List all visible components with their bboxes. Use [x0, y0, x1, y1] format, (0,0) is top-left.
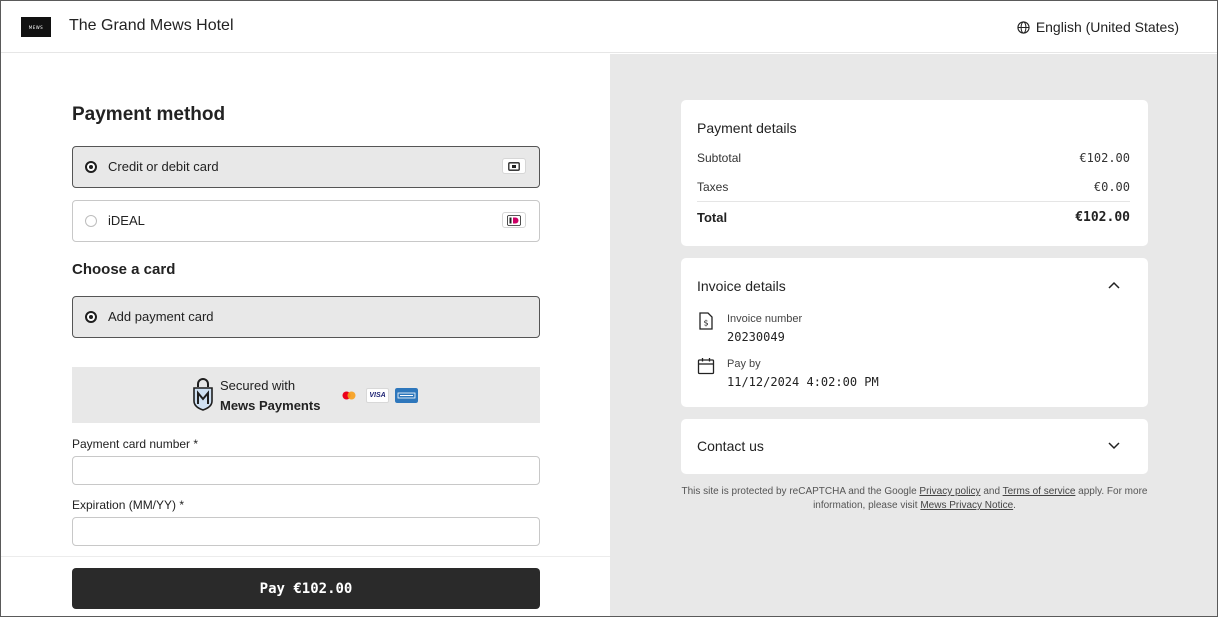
- header: MEWS The Grand Mews Hotel English (Unite…: [1, 1, 1217, 53]
- recaptcha-footnote: This site is protected by reCAPTCHA and …: [681, 485, 1148, 513]
- card-number-label: Payment card number *: [72, 437, 199, 451]
- lock-shield-icon: [193, 378, 213, 411]
- footnote-text: This site is protected by reCAPTCHA and …: [681, 486, 920, 497]
- taxes-value: €0.00: [1093, 180, 1130, 194]
- radio-unselected[interactable]: [85, 215, 97, 227]
- footnote-text: .: [1013, 500, 1016, 511]
- contact-us-card[interactable]: Contact us: [681, 419, 1148, 474]
- language-selector[interactable]: English (United States): [1017, 19, 1179, 35]
- invoice-number-label: Invoice number: [727, 313, 803, 325]
- contact-us-title[interactable]: Contact us: [697, 438, 764, 454]
- calendar-icon: [697, 358, 715, 375]
- secured-with-text: Secured with: [220, 378, 296, 393]
- page-frame: MEWS The Grand Mews Hotel English (Unite…: [0, 0, 1218, 617]
- mews-privacy-notice-link[interactable]: Mews Privacy Notice: [920, 500, 1013, 511]
- expiration-input[interactable]: [72, 517, 540, 546]
- footnote-text: and: [980, 486, 1003, 497]
- invoice-details-card: Invoice details $ Invoice number 2023004…: [681, 258, 1148, 407]
- total-value: €102.00: [1075, 210, 1130, 225]
- taxes-label: Taxes: [697, 180, 729, 194]
- secured-banner: Secured with Mews Payments VISA: [72, 367, 540, 423]
- hotel-name: The Grand Mews Hotel: [69, 17, 234, 34]
- card-icon: [502, 158, 526, 174]
- chevron-down-icon[interactable]: [1108, 442, 1120, 450]
- payment-panel: Payment method Credit or debit card iDEA…: [1, 54, 610, 616]
- add-payment-card-option[interactable]: Add payment card: [72, 296, 540, 338]
- amex-icon: [395, 388, 418, 403]
- subtotal-label: Subtotal: [697, 151, 742, 165]
- divider: [697, 201, 1130, 202]
- radio-selected[interactable]: [85, 311, 97, 323]
- subtotal-value: €102.00: [1079, 151, 1130, 165]
- terms-of-service-link[interactable]: Terms of service: [1003, 486, 1076, 497]
- hotel-logo[interactable]: MEWS: [21, 17, 51, 37]
- ideal-icon: [502, 212, 526, 228]
- invoice-document-icon: $: [699, 312, 713, 330]
- language-label: English (United States): [1035, 19, 1179, 35]
- pay-by-value: 11/12/2024 4:02:00 PM: [727, 375, 879, 389]
- invoice-details-title[interactable]: Invoice details: [697, 278, 786, 294]
- payment-option-label: iDEAL: [108, 213, 145, 228]
- pay-button[interactable]: Pay €102.00: [72, 568, 540, 609]
- payment-option-card[interactable]: Credit or debit card: [72, 146, 540, 188]
- payment-option-label: Credit or debit card: [108, 159, 219, 174]
- chevron-up-icon[interactable]: [1108, 281, 1120, 289]
- visa-text: VISA: [369, 392, 386, 399]
- globe-icon: [1017, 20, 1030, 34]
- payment-details-title: Payment details: [697, 120, 797, 136]
- payment-option-ideal[interactable]: iDEAL: [72, 200, 540, 242]
- expiration-label: Expiration (MM/YY) *: [72, 498, 185, 512]
- mastercard-icon: [342, 391, 356, 400]
- choose-card-title: Choose a card: [72, 261, 176, 278]
- invoice-number-value: 20230049: [727, 330, 785, 344]
- mews-payments-text: Mews Payments: [220, 398, 321, 413]
- privacy-policy-link[interactable]: Privacy policy: [919, 486, 980, 497]
- payment-method-title: Payment method: [72, 104, 226, 125]
- add-card-label: Add payment card: [108, 309, 214, 324]
- radio-selected[interactable]: [85, 161, 97, 173]
- total-label: Total: [697, 210, 728, 225]
- payment-details-card: Payment details Subtotal €102.00 Taxes €…: [681, 100, 1148, 246]
- visa-icon: VISA: [366, 388, 389, 403]
- pay-bar: Pay €102.00: [1, 556, 610, 616]
- summary-panel: Payment details Subtotal €102.00 Taxes €…: [610, 54, 1217, 616]
- card-number-input[interactable]: [72, 456, 540, 485]
- pay-by-label: Pay by: [727, 358, 761, 370]
- svg-text:$: $: [703, 319, 708, 328]
